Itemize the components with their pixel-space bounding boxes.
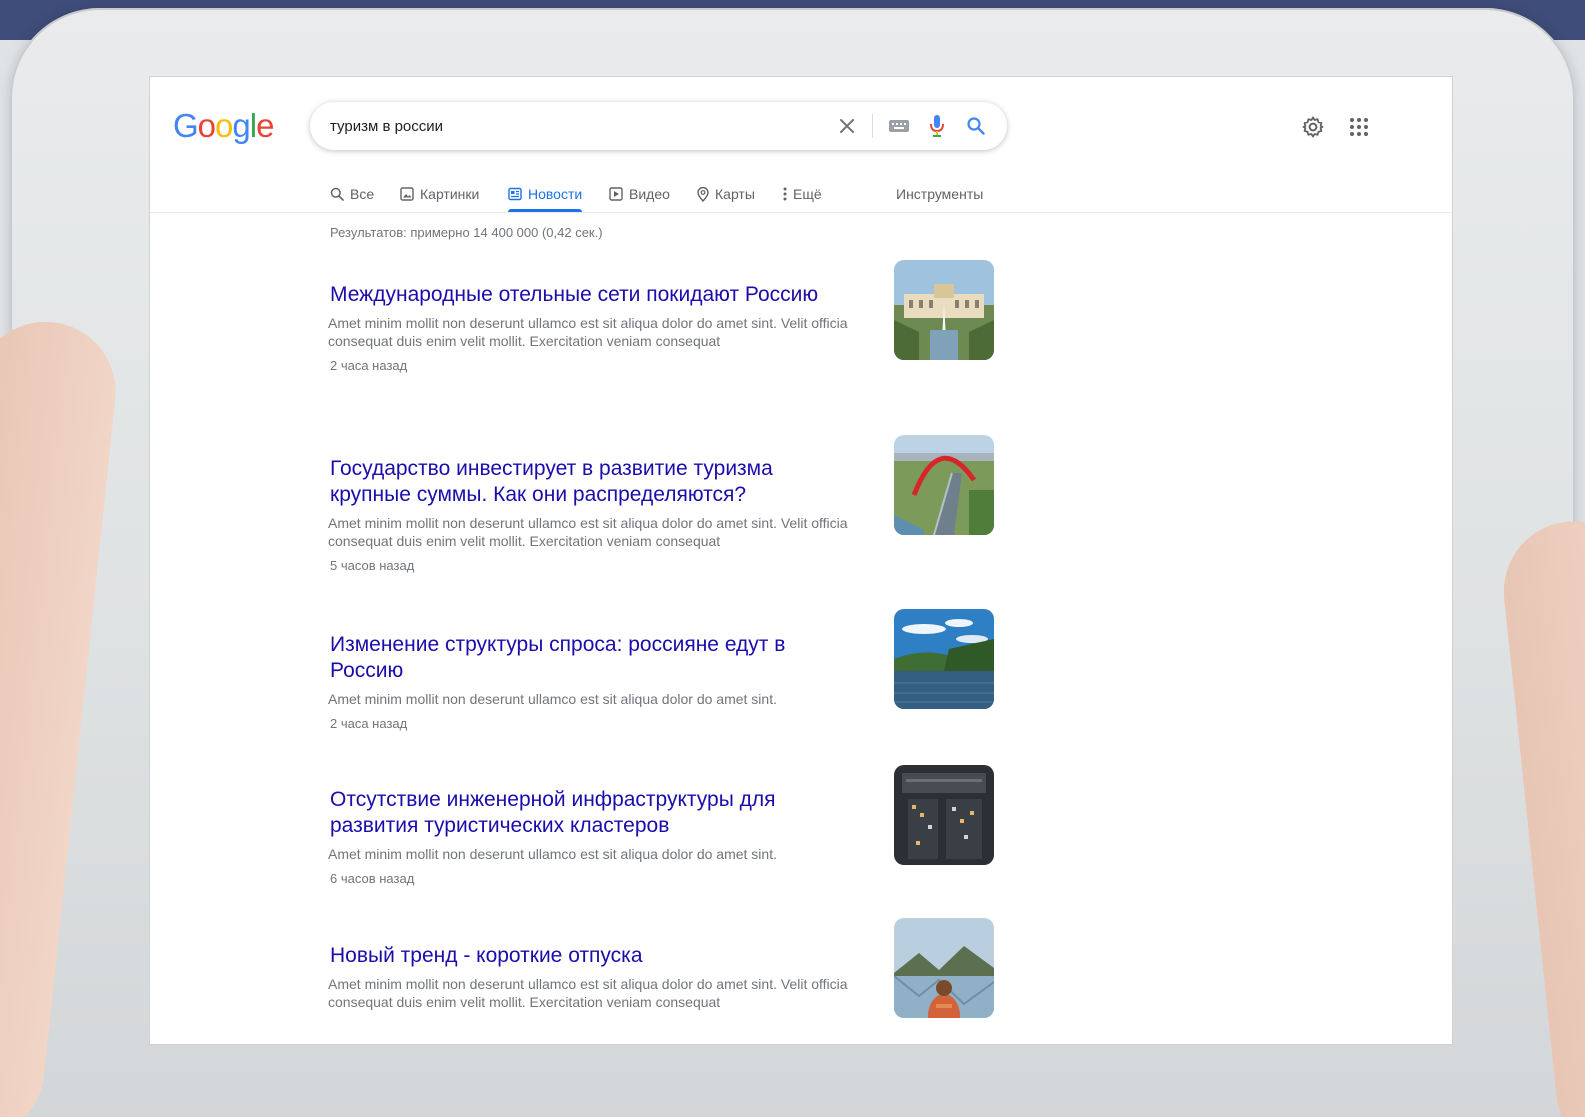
settings-gear-icon[interactable] bbox=[1299, 113, 1327, 141]
result-thumbnail[interactable] bbox=[894, 260, 994, 360]
result-time: 5 часов назад bbox=[330, 558, 415, 573]
apps-grid-icon[interactable] bbox=[1345, 113, 1373, 141]
search-submit-icon[interactable] bbox=[960, 102, 992, 150]
tab-maps[interactable]: Карты bbox=[697, 177, 755, 211]
clear-icon[interactable] bbox=[832, 102, 862, 150]
result-thumbnail[interactable] bbox=[894, 765, 994, 865]
result-snippet: Amet minim mollit non deserunt ullamco e… bbox=[328, 515, 848, 549]
tab-more[interactable]: Ещё bbox=[783, 177, 822, 211]
result-time: 2 часа назад bbox=[330, 716, 408, 731]
map-pin-icon bbox=[697, 186, 709, 202]
tab-news[interactable]: Новости bbox=[508, 177, 583, 212]
result-time: 6 часов назад bbox=[330, 871, 415, 886]
result-thumbnail[interactable] bbox=[894, 918, 994, 1018]
result-title-link[interactable]: Новый тренд - короткие отпуска bbox=[328, 943, 848, 969]
result-thumbnail[interactable] bbox=[894, 435, 994, 535]
result-snippet: Amet minim mollit non deserunt ullamco e… bbox=[328, 976, 848, 1010]
microphone-icon[interactable] bbox=[922, 102, 952, 150]
search-box bbox=[310, 102, 1007, 150]
newspaper-icon bbox=[508, 187, 522, 201]
keyboard-icon[interactable] bbox=[884, 102, 914, 150]
result-time: 2 часа назад bbox=[330, 358, 408, 373]
result-thumbnail[interactable] bbox=[894, 609, 994, 709]
more-vert-icon bbox=[783, 187, 787, 201]
browser-screen: Google Все Картинки Н bbox=[150, 77, 1452, 1044]
google-logo[interactable]: Google bbox=[173, 107, 274, 145]
result-snippet: Amet minim mollit non deserunt ullamco e… bbox=[328, 691, 777, 707]
result-title-link[interactable]: Международные отельные сети покидают Рос… bbox=[328, 282, 848, 308]
search-input[interactable] bbox=[330, 102, 810, 150]
result-title-link[interactable]: Государство инвестирует в развитие туриз… bbox=[328, 456, 848, 508]
play-icon bbox=[609, 187, 623, 201]
result-title-link[interactable]: Изменение структуры спроса: россияне еду… bbox=[328, 632, 848, 684]
tab-tools[interactable]: Инструменты bbox=[896, 177, 983, 211]
tab-video[interactable]: Видео bbox=[609, 177, 670, 211]
tab-all[interactable]: Все bbox=[330, 177, 374, 211]
image-icon bbox=[400, 187, 414, 201]
result-snippet: Amet minim mollit non deserunt ullamco e… bbox=[328, 846, 777, 862]
result-snippet: Amet minim mollit non deserunt ullamco e… bbox=[328, 315, 848, 349]
result-title-link[interactable]: Отсутствие инженерной инфраструктуры для… bbox=[328, 787, 848, 839]
tab-images[interactable]: Картинки bbox=[400, 177, 479, 211]
search-icon bbox=[330, 187, 344, 201]
tabs-divider bbox=[150, 212, 1452, 213]
result-stats: Результатов: примерно 14 400 000 (0,42 с… bbox=[330, 225, 603, 240]
search-divider bbox=[872, 114, 873, 138]
